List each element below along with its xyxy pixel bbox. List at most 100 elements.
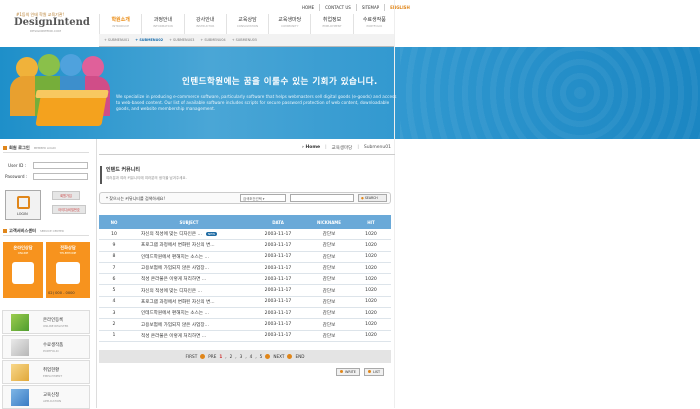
subnav-item-1[interactable]: + SUBMENU01 (104, 38, 129, 42)
subnav-item-4[interactable]: + SUBMENU04 (200, 38, 225, 42)
user-id-input[interactable] (33, 162, 88, 169)
search-button[interactable]: ● SEARCH (358, 194, 387, 202)
cell-subject[interactable]: 프로그램 과정에서 변화된 자신의 변... (129, 242, 249, 248)
cell-nickname-text: 감단보 (322, 254, 336, 260)
cell-subject[interactable]: 자신의 적성에 맞는 디자인은 ... NEW (129, 231, 249, 237)
page-description: 여러분과 여러 커뮤니티에 여러분의 생각을 남겨주세요. (106, 176, 187, 180)
search-input[interactable] (290, 194, 354, 202)
person-figure (82, 56, 104, 78)
cell-subject-text: 프로그램 과정에서 변화된 자신의 변... (141, 243, 215, 249)
nav-label: 취업정보 (322, 17, 342, 23)
nav-introduce[interactable]: 학원소개 INTRODUCE (99, 14, 141, 34)
cell-subject-text: 인테드학원에서 편해지는 소스는 ... (141, 254, 209, 260)
quick-card-application[interactable]: 교육신청 APPLICATION (2, 385, 90, 409)
table-row[interactable]: 6 적성 온라불은 이렇게 처리하면 ... 2003-11-17 감단보 1020 (99, 274, 391, 286)
table-row[interactable]: 1 적성 온라불은 이렇게 처리하면 ... 2003-11-17 감단보 1020 (99, 331, 391, 342)
person-figure (60, 54, 82, 76)
subnav-item-2[interactable]: + SUBMENU02 (135, 38, 163, 42)
pagination: FIRST PRE 1, 2, 3, 4, 5 NEXT END (99, 350, 391, 363)
cell-subject[interactable]: 적성 온라불은 이렇게 처리하면 ... (129, 333, 249, 339)
pager-pre[interactable]: PRE (208, 354, 216, 359)
pager-first[interactable]: FIRST (185, 354, 197, 359)
phone-consult-box[interactable]: 전화상담 TELEPHONE (46, 242, 90, 298)
section-header: 인텐드 커뮤니티 여러분과 여러 커뮤니티에 여러분의 생각을 남겨주세요. (100, 166, 187, 184)
breadcrumb-home[interactable]: › Home (302, 145, 320, 150)
cell-subject[interactable]: 인테드학원에서 편해지는 소스는 ... (129, 310, 249, 316)
nav-label-en: PORTFOLIO (366, 24, 383, 28)
breadcrumb-separator: | (325, 145, 327, 150)
pager-page-4[interactable]: 4 (250, 354, 253, 359)
nav-label-en: INFORMATION (153, 24, 173, 28)
left-sidebar: 회원 로그인 MEMBER LOGIN User ID : Password :… (0, 139, 92, 409)
cell-subject-text: 인테드학원에서 편해지는 소스는 ... (141, 311, 209, 317)
nav-employment[interactable]: 취업정보 EMPLOYMENT (310, 14, 352, 34)
util-contact-link[interactable]: CONTACT US (319, 4, 356, 11)
subnav-item-5[interactable]: + SUBMENU05 (232, 38, 257, 42)
util-sitemap-link[interactable]: SITEMAP (355, 4, 384, 11)
util-home-link[interactable]: HOME (297, 4, 319, 11)
util-english-link[interactable]: ENGLISH (384, 4, 415, 11)
table-row[interactable]: 8 인테드학원에서 편해지는 소스는 ... 2003-11-17 감단보 1020 (99, 252, 391, 263)
cell-no: 4 (99, 299, 129, 304)
bullet-icon (3, 146, 7, 150)
subnav-item-3[interactable]: + SUBMENU03 (169, 38, 194, 42)
pager-next[interactable]: NEXT (273, 354, 284, 359)
cell-hit: 1020 (351, 243, 391, 248)
search-condition-select[interactable]: 검색조건선택 ▾ (240, 194, 286, 202)
table-row[interactable]: 4 프로그램 과정에서 변화된 자신의 변... 2003-11-17 감단보 1020 (99, 297, 391, 309)
cell-nickname: 감단보 (307, 322, 351, 328)
nav-consultation[interactable]: 교육상담 CONSULTATION (225, 14, 268, 34)
pager-end[interactable]: END (295, 354, 304, 359)
online-consult-icon (12, 262, 34, 284)
cell-subject[interactable]: 프로그램 과정에서 변화된 자신의 변... (129, 299, 249, 305)
pager-end-icon[interactable] (287, 354, 293, 359)
cell-subject[interactable]: 적성 온라불은 이렇게 처리하면 ... (129, 276, 249, 282)
nav-instructor[interactable]: 강사안내 INSTRUCTOR (183, 14, 226, 34)
table-row[interactable]: 7 고용보험에 가입되지 않은 사업장... 2003-11-17 감단보 1020 (99, 263, 391, 275)
table-row[interactable]: 5 자신의 적성에 맞는 디자인은 ... 2003-11-17 감단보 1020 (99, 286, 391, 297)
cell-nickname: 감단보 (307, 299, 351, 305)
login-button[interactable]: LOGIN (5, 190, 41, 220)
table-row[interactable]: 2 고용보험에 가입되지 않은 사업장... 2003-11-17 감단보 1020 (99, 319, 391, 331)
quick-card-label: 취업현황 (43, 368, 60, 373)
cell-hit: 1020 (351, 288, 391, 293)
cell-subject[interactable]: 고용보험에 가입되지 않은 사업장... (129, 265, 249, 271)
nav-community[interactable]: 교육생마당 COMMUNITY (268, 14, 310, 34)
quick-card-employment[interactable]: 취업현황 EMPLOYMENT (2, 360, 90, 384)
table-row[interactable]: 9 프로그램 과정에서 변화된 자신의 변... 2003-11-17 감단보 1020 (99, 240, 391, 252)
quick-card-label-en: EMPLOYMENT (43, 374, 63, 378)
online-consult-box[interactable]: 온라인상담 ONLINE (3, 242, 43, 298)
find-account-button[interactable]: 아이디/비밀번호 (52, 205, 86, 214)
list-button[interactable]: LIST (364, 368, 385, 376)
pager-page-2[interactable]: 2 (230, 354, 233, 359)
pager-page-1[interactable]: 1 (219, 354, 222, 359)
quick-card-portfolio[interactable]: 수료생작품 PORTFOLIO (2, 335, 90, 359)
cell-subject[interactable]: 고용보험에 가입되지 않은 사업장... (129, 322, 249, 328)
cell-date: 2003-11-17 (249, 311, 307, 316)
pager-next-icon[interactable] (265, 354, 271, 359)
cell-subject[interactable]: 자신의 적성에 맞는 디자인은 ... (129, 288, 249, 294)
pager-page-3[interactable]: 3 (240, 354, 243, 359)
login-button-label: LOGIN (17, 212, 28, 216)
login-arrow-icon (17, 196, 30, 209)
breadcrumb-path1[interactable]: 교육생마당 (332, 145, 353, 151)
quick-card-online-register[interactable]: 온라인등록 ONLINE REGISTER (2, 310, 90, 334)
cell-nickname: 감단보 (307, 254, 351, 260)
cell-nickname: 감단보 (307, 265, 351, 271)
table-row[interactable]: 10 자신의 적성에 맞는 디자인은 ... NEW 2003-11-17 감단보 102… (99, 229, 391, 241)
write-icon (340, 370, 343, 373)
write-button[interactable]: WRITE (336, 368, 360, 376)
join-button[interactable]: 회원가입 (52, 191, 80, 200)
pager-page-5[interactable]: 5 (260, 354, 263, 359)
password-input[interactable] (33, 173, 88, 180)
cell-subject[interactable]: 인테드학원에서 편해지는 소스는 ... (129, 254, 249, 260)
nav-information[interactable]: 과정안내 INFORMATION (141, 14, 183, 34)
table-row[interactable]: 3 인테드학원에서 편해지는 소스는 ... 2003-11-17 감단보 1020 (99, 308, 391, 320)
cell-date-text: 2003-11-17 (264, 288, 292, 294)
bullet-icon (3, 229, 7, 233)
portfolio-icon (11, 339, 29, 356)
quick-card-label-en: PORTFOLIO (43, 349, 59, 353)
nav-portfolio[interactable]: 수료생작품 PORTFOLIO (352, 14, 395, 34)
pager-prev-icon[interactable] (200, 354, 206, 359)
cell-nickname-text: 감단보 (322, 266, 336, 272)
